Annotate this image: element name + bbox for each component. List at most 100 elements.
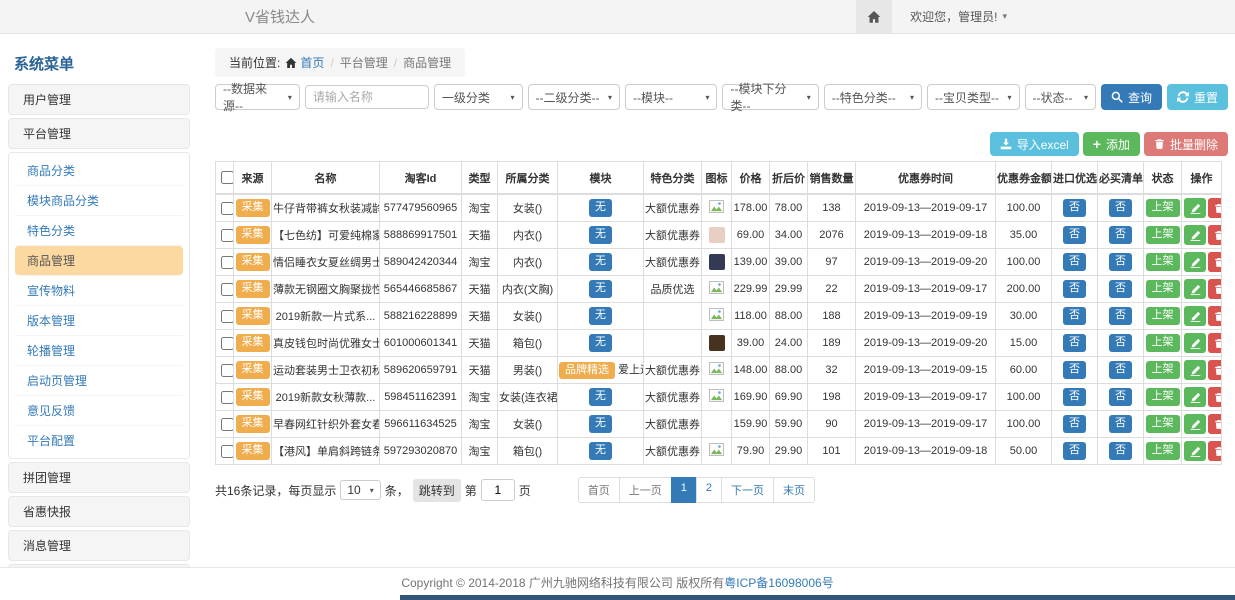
must-buy-toggle[interactable]: 否: [1109, 388, 1132, 405]
row-checkbox[interactable]: [221, 256, 234, 269]
delete-button[interactable]: [1208, 198, 1222, 218]
must-buy-toggle[interactable]: 否: [1109, 334, 1132, 351]
edit-button[interactable]: [1184, 306, 1206, 326]
import-select-toggle[interactable]: 否: [1063, 415, 1086, 432]
sidebar-subitem[interactable]: 轮播管理: [15, 336, 183, 366]
sidebar-item[interactable]: 拼团管理: [8, 462, 190, 493]
filter-select[interactable]: --状态--▾: [1025, 84, 1096, 110]
import-select-toggle[interactable]: 否: [1063, 442, 1086, 459]
must-buy-toggle[interactable]: 否: [1109, 280, 1132, 297]
import-select-toggle[interactable]: 否: [1063, 280, 1086, 297]
name-search-input[interactable]: [305, 85, 429, 109]
must-buy-toggle[interactable]: 否: [1109, 253, 1132, 270]
status-badge[interactable]: 上架: [1146, 388, 1180, 405]
must-buy-toggle[interactable]: 否: [1109, 226, 1132, 243]
status-badge[interactable]: 上架: [1146, 226, 1180, 243]
add-button[interactable]: + 添加: [1083, 132, 1140, 156]
status-badge[interactable]: 上架: [1146, 415, 1180, 432]
edit-button[interactable]: [1184, 252, 1206, 272]
filter-select[interactable]: --模块--▾: [625, 84, 717, 110]
import-select-toggle[interactable]: 否: [1063, 226, 1086, 243]
page-button[interactable]: 首页: [578, 477, 620, 503]
sidebar-subitem[interactable]: 商品管理: [15, 246, 183, 276]
status-badge[interactable]: 上架: [1146, 361, 1180, 378]
import-select-toggle[interactable]: 否: [1063, 253, 1086, 270]
edit-button[interactable]: [1184, 360, 1206, 380]
breadcrumb-home-link[interactable]: 首页: [300, 56, 324, 70]
delete-button[interactable]: [1208, 360, 1222, 380]
select-all-checkbox[interactable]: [221, 171, 234, 184]
sidebar-subitem[interactable]: 特色分类: [15, 216, 183, 246]
filter-select[interactable]: --数据来源--▾: [215, 84, 300, 110]
filter-select[interactable]: --二级分类--▾: [528, 84, 620, 110]
delete-button[interactable]: [1208, 225, 1222, 245]
reset-button[interactable]: 重置: [1167, 84, 1228, 110]
batch-delete-button[interactable]: 批量删除: [1144, 132, 1228, 156]
status-badge[interactable]: 上架: [1146, 199, 1180, 216]
edit-button[interactable]: [1184, 387, 1206, 407]
sidebar-subitem[interactable]: 启动页管理: [15, 366, 183, 396]
sidebar-item[interactable]: 省惠快报: [8, 496, 190, 527]
delete-button[interactable]: [1208, 414, 1222, 434]
import-select-toggle[interactable]: 否: [1063, 388, 1086, 405]
sidebar-subitem[interactable]: 宣传物料: [15, 276, 183, 306]
sidebar-subitem[interactable]: 模块商品分类: [15, 186, 183, 216]
user-menu[interactable]: 欢迎您，管理员! ▾: [910, 8, 1007, 25]
edit-button[interactable]: [1184, 279, 1206, 299]
status-badge[interactable]: 上架: [1146, 442, 1180, 459]
delete-button[interactable]: [1208, 441, 1222, 461]
sidebar-subitem[interactable]: 意见反馈: [15, 396, 183, 426]
must-buy-toggle[interactable]: 否: [1109, 442, 1132, 459]
page-button[interactable]: 1: [671, 477, 697, 503]
sidebar-item[interactable]: 用户管理: [8, 84, 190, 115]
filter-select[interactable]: 一级分类▾: [434, 84, 523, 110]
row-checkbox[interactable]: [221, 418, 234, 431]
import-excel-button[interactable]: 导入excel: [990, 132, 1079, 156]
page-button[interactable]: 上一页: [619, 477, 672, 503]
import-select-toggle[interactable]: 否: [1063, 199, 1086, 216]
row-checkbox[interactable]: [221, 202, 234, 215]
row-checkbox[interactable]: [221, 229, 234, 242]
edit-button[interactable]: [1184, 414, 1206, 434]
delete-button[interactable]: [1208, 387, 1222, 407]
delete-button[interactable]: [1208, 252, 1222, 272]
delete-button[interactable]: [1208, 333, 1222, 353]
edit-button[interactable]: [1184, 333, 1206, 353]
delete-button[interactable]: [1208, 306, 1222, 326]
jump-page-input[interactable]: [481, 479, 515, 501]
per-page-select[interactable]: 10 ▾: [340, 480, 380, 500]
must-buy-toggle[interactable]: 否: [1109, 415, 1132, 432]
page-button[interactable]: 下一页: [721, 477, 774, 503]
delete-button[interactable]: [1208, 279, 1222, 299]
import-select-toggle[interactable]: 否: [1063, 361, 1086, 378]
edit-button[interactable]: [1184, 441, 1206, 461]
sidebar-subitem[interactable]: 商品分类: [15, 156, 183, 186]
import-select-toggle[interactable]: 否: [1063, 307, 1086, 324]
sidebar-subitem[interactable]: 版本管理: [15, 306, 183, 336]
must-buy-toggle[interactable]: 否: [1109, 199, 1132, 216]
filter-select[interactable]: --宝贝类型--▾: [927, 84, 1019, 110]
row-checkbox[interactable]: [221, 283, 234, 296]
row-checkbox[interactable]: [221, 391, 234, 404]
page-button[interactable]: 2: [696, 477, 722, 503]
edit-button[interactable]: [1184, 198, 1206, 218]
status-badge[interactable]: 上架: [1146, 334, 1180, 351]
row-checkbox[interactable]: [221, 364, 234, 377]
status-badge[interactable]: 上架: [1146, 307, 1180, 324]
row-checkbox[interactable]: [221, 337, 234, 350]
edit-button[interactable]: [1184, 225, 1206, 245]
home-button[interactable]: [856, 0, 892, 33]
page-button[interactable]: 末页: [773, 477, 815, 503]
sidebar-subitem[interactable]: 平台配置: [15, 426, 183, 455]
import-select-toggle[interactable]: 否: [1063, 334, 1086, 351]
sidebar-item[interactable]: 消息管理: [8, 530, 190, 561]
filter-select[interactable]: --特色分类--▾: [824, 84, 922, 110]
status-badge[interactable]: 上架: [1146, 280, 1180, 297]
filter-select[interactable]: --模块下分类--▾: [722, 84, 818, 110]
row-checkbox[interactable]: [221, 445, 234, 458]
status-badge[interactable]: 上架: [1146, 253, 1180, 270]
must-buy-toggle[interactable]: 否: [1109, 307, 1132, 324]
row-checkbox[interactable]: [221, 310, 234, 323]
search-button[interactable]: 查询: [1101, 84, 1162, 110]
sidebar-item[interactable]: 平台管理: [8, 118, 190, 149]
